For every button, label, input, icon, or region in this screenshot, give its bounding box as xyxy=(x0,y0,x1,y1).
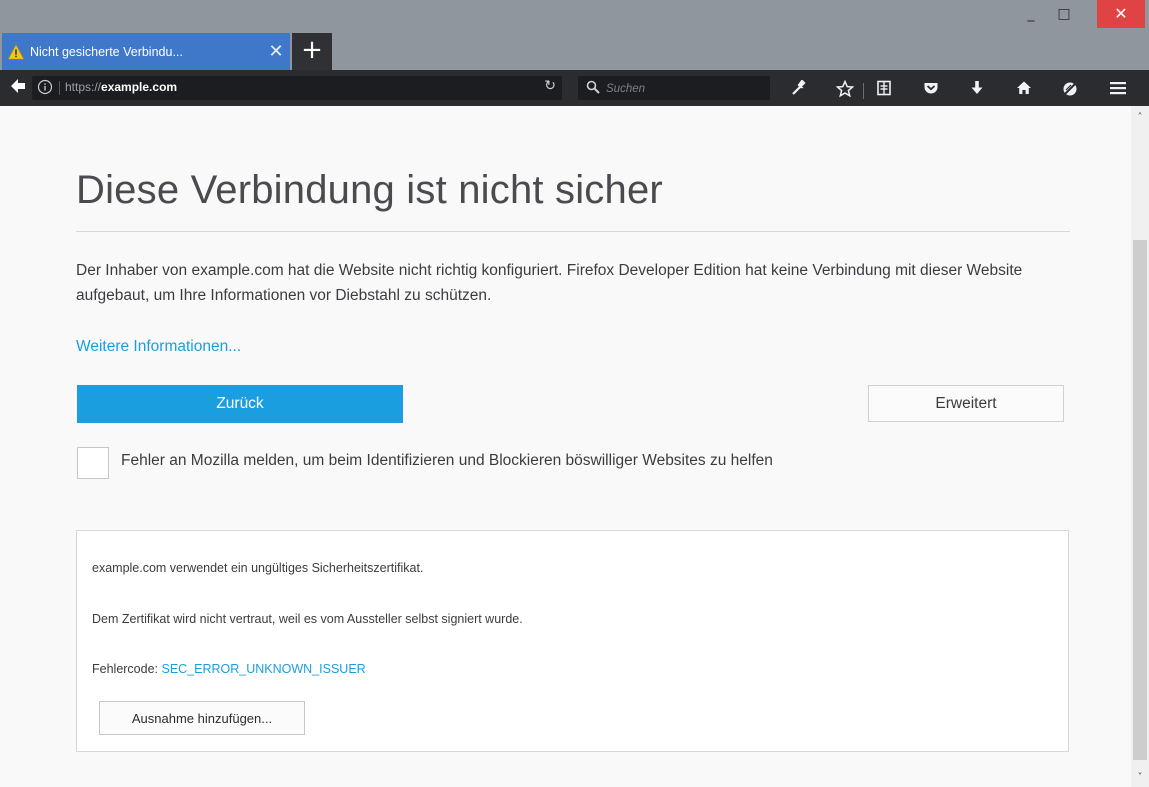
add-exception-button[interactable]: Ausnahme hinzufügen... xyxy=(99,701,305,735)
scrollbar-thumb[interactable] xyxy=(1133,240,1147,760)
download-icon[interactable] xyxy=(964,76,990,100)
advanced-details-panel: example.com verwendet ein ungültiges Sic… xyxy=(76,530,1069,752)
back-arrow-icon xyxy=(11,79,25,93)
navigation-toolbar: https://example.com ↻ xyxy=(0,70,1149,106)
menu-icon[interactable] xyxy=(1105,76,1131,100)
tracking-icon[interactable] xyxy=(1057,76,1083,100)
back-button[interactable] xyxy=(6,78,30,98)
search-icon xyxy=(586,80,600,94)
scroll-down-icon[interactable]: ˅ xyxy=(1131,772,1149,783)
search-bar[interactable] xyxy=(578,76,770,100)
search-input[interactable] xyxy=(604,78,768,100)
advanced-button[interactable]: Erweitert xyxy=(868,385,1064,422)
error-code-line: Fehlercode: SEC_ERROR_UNKNOWN_ISSUER xyxy=(92,662,366,676)
scroll-up-icon[interactable]: ˄ xyxy=(1131,112,1149,123)
minimize-button[interactable]: _ xyxy=(1015,0,1047,28)
url-bar[interactable]: https://example.com ↻ xyxy=(32,76,562,100)
pocket-icon[interactable] xyxy=(918,76,944,100)
new-tab-button[interactable]: + xyxy=(292,33,332,70)
report-error-label: Fehler an Mozilla melden, um beim Identi… xyxy=(121,452,773,469)
star-icon[interactable] xyxy=(832,76,858,100)
info-icon[interactable] xyxy=(37,79,53,95)
tab-current[interactable]: Nicht gesicherte Verbindu... ✕ xyxy=(2,33,290,70)
warning-triangle-icon xyxy=(8,43,24,59)
page-content: Diese Verbindung ist nicht sicher Der In… xyxy=(0,106,1131,787)
tab-close-icon[interactable]: ✕ xyxy=(262,41,290,62)
browser-window: Nicht gesicherte Verbindu... ✕ + _ □ ✕ h… xyxy=(0,0,1149,787)
title-bar: Nicht gesicherte Verbindu... ✕ + _ □ ✕ xyxy=(0,0,1149,70)
url-separator xyxy=(59,81,60,95)
home-icon[interactable] xyxy=(1011,76,1037,100)
url-text[interactable]: https://example.com xyxy=(65,80,177,94)
error-code-link[interactable]: SEC_ERROR_UNKNOWN_ISSUER xyxy=(161,662,365,676)
learn-more-link[interactable]: Weitere Informationen... xyxy=(76,338,241,356)
page-title: Diese Verbindung ist nicht sicher xyxy=(76,168,663,212)
reading-list-icon[interactable] xyxy=(871,76,897,100)
wrench-icon[interactable] xyxy=(786,76,812,100)
error-description: Der Inhaber von example.com hat die Webs… xyxy=(76,262,1023,304)
certificate-untrusted-text: Dem Zertifikat wird nicht vertraut, weil… xyxy=(92,612,523,626)
title-divider xyxy=(76,231,1070,232)
tab-title: Nicht gesicherte Verbindu... xyxy=(30,44,183,59)
error-code-label: Fehlercode: xyxy=(92,662,162,676)
back-to-safety-button[interactable]: Zurück xyxy=(77,385,403,423)
vertical-scrollbar[interactable]: ˄ ˅ xyxy=(1131,106,1149,787)
maximize-button[interactable]: □ xyxy=(1048,0,1080,28)
close-window-button[interactable]: ✕ xyxy=(1097,0,1145,28)
certificate-invalid-text: example.com verwendet ein ungültiges Sic… xyxy=(92,561,424,575)
toolbar-separator xyxy=(863,83,864,99)
report-error-checkbox[interactable] xyxy=(77,447,109,479)
reload-icon[interactable]: ↻ xyxy=(544,78,556,94)
